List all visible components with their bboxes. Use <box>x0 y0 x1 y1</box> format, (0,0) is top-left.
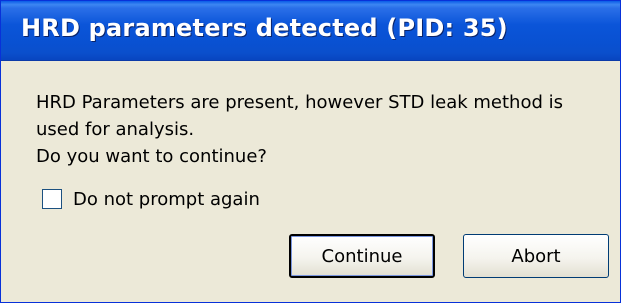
message-line: Do you want to continue? <box>36 146 267 167</box>
dialog-window: HRD parameters detected (PID: 35) HRD Pa… <box>0 0 621 303</box>
dialog-title: HRD parameters detected (PID: 35) <box>21 14 508 42</box>
do-not-prompt-label[interactable]: Do not prompt again <box>73 189 260 210</box>
title-bar[interactable]: HRD parameters detected (PID: 35) <box>1 1 620 61</box>
dialog-message: HRD Parameters are present, however STD … <box>36 89 606 170</box>
message-line: used for analysis. <box>36 119 195 140</box>
continue-button[interactable]: Continue <box>289 234 435 278</box>
abort-button[interactable]: Abort <box>463 234 609 278</box>
message-line: HRD Parameters are present, however STD … <box>36 92 564 113</box>
do-not-prompt-checkbox[interactable] <box>42 189 62 209</box>
do-not-prompt-row[interactable]: Do not prompt again <box>42 187 260 211</box>
